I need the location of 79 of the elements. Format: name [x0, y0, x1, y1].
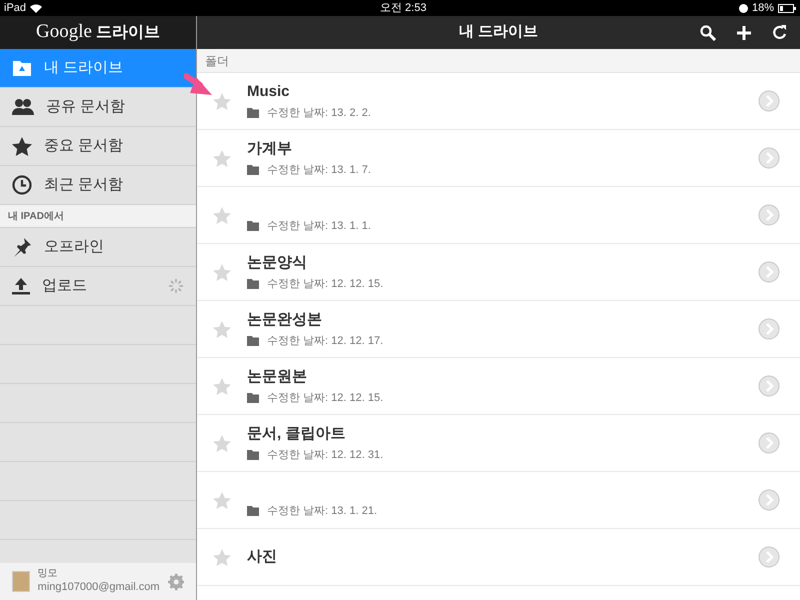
chevron-button-icon[interactable]: [758, 489, 780, 511]
folder-row[interactable]: 논문완성본 수정한 날짜: 12. 12. 17.: [197, 301, 800, 358]
chevron-button-icon[interactable]: [758, 261, 780, 283]
folder-row[interactable]: 문서, 클립아트 수정한 날짜: 12. 12. 31.: [197, 415, 800, 472]
sidebar-item[interactable]: 업로드: [0, 267, 196, 306]
star-icon[interactable]: [213, 206, 231, 224]
star-icon[interactable]: [213, 320, 231, 338]
chevron-button-icon[interactable]: [758, 546, 780, 568]
star-icon: [12, 136, 32, 156]
folder-row[interactable]: 가계부 수정한 날짜: 13. 1. 7.: [197, 130, 800, 187]
star-icon[interactable]: [213, 548, 231, 566]
account-name: 밍모: [38, 568, 59, 581]
modified-date: 수정한 날짜: 13. 1. 7.: [267, 163, 371, 178]
folder-icon: [12, 59, 32, 77]
folder-row[interactable]: 논문양식 수정한 날짜: 12. 12. 15.: [197, 244, 800, 301]
arrow-icon: [184, 71, 214, 97]
people-icon: [12, 98, 34, 116]
battery-icon: [778, 4, 796, 12]
star-icon[interactable]: [213, 378, 231, 394]
folder-icon: [247, 220, 259, 231]
search-icon[interactable]: [700, 24, 716, 40]
modified-date: 수정한 날짜: 13. 1. 21.: [267, 504, 378, 518]
device-name: iPad: [4, 0, 26, 16]
folder-icon: [247, 336, 259, 346]
wifi-icon: [30, 4, 42, 12]
folder-icon: [247, 393, 259, 404]
folder-name: 논문양식: [247, 252, 308, 272]
folder-icon: [247, 506, 259, 516]
alarm-icon: [738, 4, 748, 12]
section-header: 폴더: [197, 49, 800, 73]
modified-date: 수정한 날짜: 12. 12. 15.: [267, 277, 384, 292]
add-icon[interactable]: [736, 24, 752, 40]
chevron-button-icon[interactable]: [758, 432, 780, 454]
battery-percent: 18%: [752, 0, 774, 16]
chevron-button-icon[interactable]: [758, 375, 780, 397]
modified-date: 수정한 날짜: 13. 2. 2.: [267, 106, 371, 121]
star-icon[interactable]: [213, 150, 231, 166]
folder-icon: [247, 450, 259, 460]
chevron-button-icon[interactable]: [758, 147, 780, 169]
sidebar-item[interactable]: 공유 문서함: [0, 88, 196, 127]
folder-name: 문서, 클립아트: [247, 424, 346, 444]
clock-time: 오전 2:53: [380, 0, 426, 16]
account-email: ming107000@gmail.com: [38, 580, 160, 595]
logo-google: Google: [36, 20, 92, 44]
folder-name: 가계부: [247, 138, 293, 158]
modified-date: 수정한 날짜: 12. 12. 15.: [267, 391, 384, 406]
folder-icon: [247, 108, 259, 118]
folder-row[interactable]: Music 수정한 날짜: 13. 2. 2.: [197, 73, 800, 130]
folder-row[interactable]: 사진: [197, 529, 800, 586]
folder-name: Music: [247, 82, 291, 102]
chevron-button-icon[interactable]: [758, 318, 780, 340]
folder-row[interactable]: 논문원본 수정한 날짜: 12. 12. 15.: [197, 358, 800, 415]
star-icon[interactable]: [213, 492, 231, 508]
logo-product: 드라이브: [96, 22, 160, 42]
folder-name: 논문원본: [247, 366, 308, 386]
star-icon[interactable]: [213, 264, 231, 280]
chevron-button-icon[interactable]: [758, 204, 780, 226]
sidebar-item[interactable]: 오프라인: [0, 228, 196, 267]
modified-date: 수정한 날짜: 12. 12. 17.: [267, 334, 384, 349]
sidebar-item[interactable]: 중요 문서함: [0, 127, 196, 166]
chevron-button-icon[interactable]: [758, 90, 780, 112]
modified-date: 수정한 날짜: 13. 1. 1.: [267, 218, 371, 234]
folder-row[interactable]: 수정한 날짜: 13. 1. 21.: [197, 472, 800, 529]
refresh-icon[interactable]: [772, 24, 788, 41]
folder-row[interactable]: 수정한 날짜: 13. 1. 1.: [197, 187, 800, 244]
folder-name: 사진: [247, 546, 277, 567]
avatar-placeholder: [12, 571, 30, 592]
star-icon[interactable]: [213, 434, 231, 452]
clock-icon: [12, 175, 32, 195]
page-title: 내 드라이브: [458, 22, 538, 42]
pushpin-icon: [12, 237, 32, 257]
settings-icon[interactable]: [168, 572, 184, 592]
folder-icon: [247, 279, 259, 290]
upload-icon: [12, 277, 30, 295]
folder-name: 논문완성본: [247, 310, 323, 330]
star-icon[interactable]: [213, 92, 231, 110]
folder-icon: [247, 165, 259, 176]
modified-date: 수정한 날짜: 12. 12. 31.: [267, 448, 384, 463]
section-header: 내 IPAD에서: [0, 205, 196, 228]
